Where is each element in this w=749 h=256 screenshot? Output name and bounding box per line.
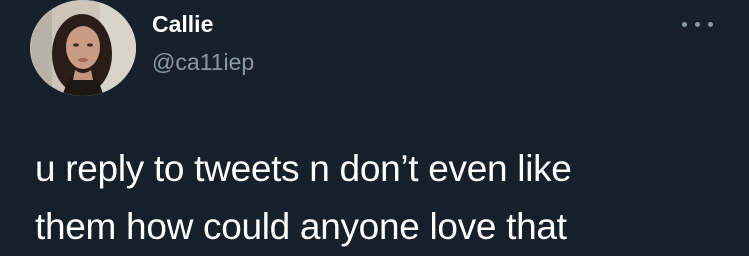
more-options-icon <box>682 21 713 27</box>
profile-photo <box>30 0 136 96</box>
tweet-text-line: u reply to tweets n don’t even like <box>35 148 572 189</box>
more-options-button[interactable] <box>678 16 718 32</box>
avatar[interactable] <box>30 0 136 96</box>
user-handle[interactable]: @ca11iep <box>152 48 254 76</box>
tweet-card[interactable]: Callie @ca11iep u reply to tweets n don’… <box>0 0 749 249</box>
display-name[interactable]: Callie <box>152 10 213 38</box>
tweet-text: u reply to tweets n don’t even like them… <box>35 140 735 256</box>
tweet-text-line: them how could anyone love that <box>35 206 567 247</box>
